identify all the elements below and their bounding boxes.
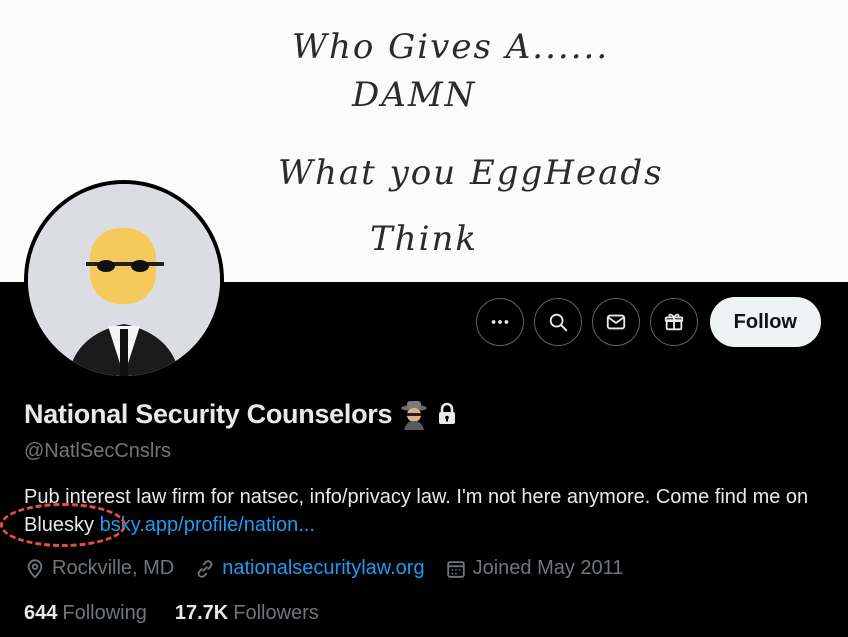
avatar-image [28, 184, 220, 376]
search-button[interactable] [533, 298, 582, 346]
more-button[interactable] [475, 298, 524, 346]
calendar-icon [446, 560, 465, 578]
website-link[interactable]: nationalsecuritylaw.org [222, 557, 424, 580]
location-text: Rockville, MD [52, 557, 175, 579]
profile-meta: Rockville, MD nationalsecuritylaw.org Jo… [24, 557, 623, 580]
profile-actions: Follow [475, 297, 821, 347]
bluesky-highlight: Bluesky [0, 503, 126, 547]
joined-text: Joined May 2011 [472, 557, 624, 579]
bio-text: Pub interest law firm for natsec, info/p… [24, 486, 809, 508]
banner-line-3: What you EggHeads [278, 153, 664, 193]
banner-line-2: DAMN [351, 75, 476, 115]
website-item: nationalsecuritylaw.org [194, 557, 425, 580]
following-link[interactable]: 644 Following [24, 602, 147, 625]
followers-link[interactable]: 17.7K Followers [175, 602, 319, 625]
annotation-circle [0, 503, 126, 547]
location-pin-icon [27, 558, 43, 579]
following-label: Following [62, 602, 147, 624]
search-icon [549, 313, 567, 332]
detective-emoji-icon [401, 401, 428, 430]
avatar[interactable] [24, 180, 224, 380]
joined-item: Joined May 2011 [445, 557, 624, 580]
more-icon [491, 320, 508, 324]
following-count: 644 [24, 602, 58, 624]
banner-line-1: Who Gives A...... [292, 27, 609, 67]
profile-bio: Pub interest law firm for natsec, info/p… [0, 483, 824, 547]
profile-handle: @NatlSecCnslrs [24, 440, 172, 462]
follow-button[interactable]: Follow [709, 297, 821, 347]
followers-count: 17.7K [174, 602, 229, 624]
banner-line-4: Think [370, 219, 478, 259]
gift-icon [664, 313, 683, 331]
profile-stats: 644 Following 17.7K Followers [24, 602, 319, 625]
followers-label: Followers [233, 602, 319, 624]
name-row: National Security Counselors [24, 398, 458, 430]
link-icon [197, 559, 213, 578]
bio-link[interactable]: bsky.app/profile/nation... [100, 514, 315, 536]
display-name: National Security Counselors [24, 398, 393, 429]
lock-icon [439, 402, 456, 424]
agent-avatar-illustration [28, 184, 220, 376]
message-button[interactable] [591, 298, 640, 346]
mail-icon [606, 314, 625, 330]
gift-button[interactable] [649, 298, 698, 346]
location-item: Rockville, MD [24, 557, 174, 580]
